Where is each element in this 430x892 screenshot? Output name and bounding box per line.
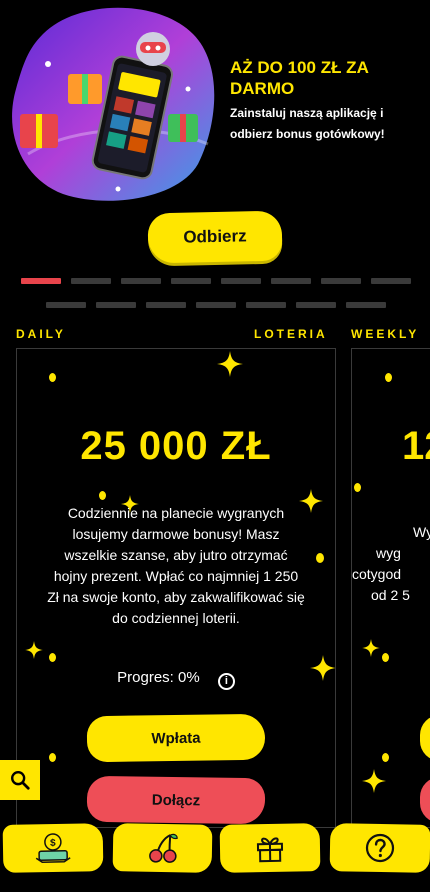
- sparkle-dot: [382, 653, 389, 662]
- daily-description: Codziennie na planecie wygranych losujem…: [47, 505, 305, 626]
- sparkle-dot: [49, 753, 56, 762]
- sparkle-icon: [217, 351, 243, 377]
- carousel-dot[interactable]: [171, 278, 211, 284]
- help-icon: [365, 833, 395, 863]
- search-icon: [11, 771, 30, 790]
- sparkle-dot: [49, 373, 56, 382]
- carousel-dots: [20, 278, 412, 308]
- weekly-deposit-button[interactable]: [420, 715, 430, 761]
- tab-daily[interactable]: DAILY: [16, 327, 66, 341]
- weekly-desc-line: cotygod: [352, 566, 402, 582]
- sparkle-dot: [382, 753, 389, 762]
- daily-progress: Progres: 0% i: [17, 669, 335, 690]
- sparkle-icon: [362, 769, 386, 793]
- weekly-desc-line: od 2 5: [371, 587, 410, 603]
- carousel-dot[interactable]: [71, 278, 111, 284]
- carousel-dot[interactable]: [21, 278, 61, 284]
- sparkle-dot: [99, 491, 106, 500]
- nav-deposit[interactable]: $: [2, 823, 104, 873]
- carousel-dot[interactable]: [121, 278, 161, 284]
- sparkle-dot: [316, 553, 324, 563]
- search-button[interactable]: [0, 760, 40, 800]
- svg-text:$: $: [50, 838, 56, 849]
- promo-text: Zainstaluj naszą aplikację i odbierz bon…: [230, 106, 385, 141]
- promo-title: AŻ DO 100 ZŁ ZA DARMO: [230, 58, 369, 98]
- progress-label: Progres: 0%: [117, 669, 200, 686]
- weekly-join-button[interactable]: [420, 777, 430, 823]
- cherries-icon: [148, 833, 178, 863]
- nav-gifts[interactable]: [219, 823, 321, 873]
- carousel-dot[interactable]: [46, 302, 86, 308]
- sparkle-dot: [49, 653, 56, 662]
- carousel-dot[interactable]: [196, 302, 236, 308]
- deposit-button[interactable]: Wpłata: [86, 713, 266, 763]
- deposit-money-icon: $: [35, 833, 71, 863]
- weekly-description: Wy wyg cotygod od 2 5: [352, 522, 430, 606]
- carousel-dot[interactable]: [246, 302, 286, 308]
- sparkle-icon: [25, 641, 43, 659]
- carousel-dot[interactable]: [221, 278, 261, 284]
- promo-illustration: [12, 7, 215, 201]
- sparkle-icon: [362, 639, 380, 657]
- carousel-dot[interactable]: [371, 278, 411, 284]
- gift-icon: [256, 837, 284, 863]
- tab-loteria[interactable]: LOTERIA: [254, 327, 328, 341]
- carousel-dot[interactable]: [271, 278, 311, 284]
- bottom-nav: $: [0, 822, 430, 892]
- carousel-dot[interactable]: [296, 302, 336, 308]
- claim-button[interactable]: Odbierz: [147, 210, 283, 264]
- weekly-desc-line: Wy: [413, 524, 430, 540]
- join-button[interactable]: Dołącz: [86, 775, 266, 825]
- weekly-lottery-card: 12 Wy wyg cotygod od 2 5: [351, 348, 430, 828]
- carousel-dot[interactable]: [321, 278, 361, 284]
- daily-prize: 25 000 ZŁ: [80, 424, 272, 468]
- carousel-dot[interactable]: [96, 302, 136, 308]
- tab-weekly[interactable]: WEEKLY: [351, 327, 419, 341]
- sparkle-dot: [354, 483, 361, 492]
- carousel-dot[interactable]: [146, 302, 186, 308]
- info-icon[interactable]: i: [217, 672, 235, 690]
- nav-help[interactable]: [329, 823, 430, 873]
- nav-games[interactable]: [112, 823, 213, 873]
- sparkle-dot: [385, 373, 392, 382]
- daily-lottery-card: 25 000 ZŁ Codziennie na planecie wygrany…: [16, 348, 336, 828]
- weekly-prize: 12: [402, 424, 430, 468]
- weekly-desc-line: wyg: [376, 545, 401, 561]
- carousel-dot[interactable]: [346, 302, 386, 308]
